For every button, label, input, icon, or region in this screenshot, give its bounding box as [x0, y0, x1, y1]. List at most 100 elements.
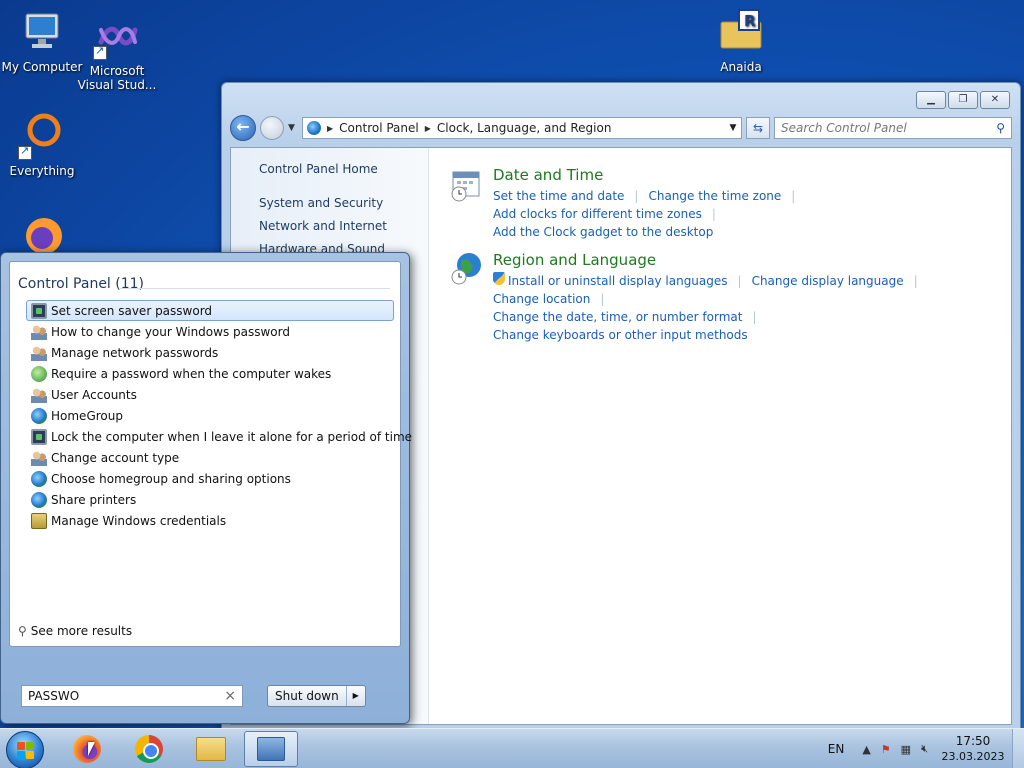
result-label: Share printers: [51, 492, 137, 507]
users-icon: [31, 323, 47, 340]
firefox-icon: [73, 735, 101, 763]
result-require-password-on-wake[interactable]: Require a password when the computer wak…: [26, 363, 394, 384]
globe-clock-icon: [449, 251, 485, 287]
link-separator: |: [791, 189, 796, 203]
input-language-indicator[interactable]: EN: [828, 742, 845, 756]
taskbar-firefox[interactable]: [60, 731, 114, 767]
refresh-button[interactable]: ⇆: [746, 117, 770, 139]
volume-muted-icon[interactable]: 🔇︎: [921, 742, 928, 756]
clear-search-icon[interactable]: ×: [224, 688, 236, 704]
result-manage-network-passwords[interactable]: Manage network passwords: [26, 342, 394, 363]
result-label: User Accounts: [51, 387, 137, 402]
svg-text:R: R: [744, 12, 756, 30]
link-change-location[interactable]: Change location: [493, 290, 590, 308]
result-label: Change account type: [51, 450, 180, 465]
result-label: Set screen saver password: [51, 303, 213, 318]
folder-icon: [196, 737, 226, 761]
uac-shield-icon: [493, 272, 505, 285]
link-add-clocks[interactable]: Add clocks for different time zones: [493, 205, 702, 223]
result-share-printers[interactable]: Share printers: [26, 489, 394, 510]
sidebar-item-system-security[interactable]: System and Security: [259, 196, 428, 210]
recent-pages-dropdown[interactable]: ▼: [288, 123, 298, 133]
taskbar-clock[interactable]: 17:50 23.03.2023: [938, 734, 1008, 764]
results-group-header[interactable]: Control Panel (11): [18, 276, 144, 292]
navigation-bar: ← ▼ ▶ Control Panel ▶ Clock, Language, a…: [230, 113, 1012, 143]
breadcrumb-clock-language-region[interactable]: Clock, Language, and Region: [437, 121, 612, 135]
result-label: HomeGroup: [51, 408, 123, 423]
result-change-account-type[interactable]: Change account type: [26, 447, 394, 468]
link-separator: |: [737, 274, 742, 288]
shutdown-options-arrow-icon[interactable]: ▶: [347, 686, 365, 706]
desktop-icon-everything[interactable]: Everything: [0, 112, 84, 178]
result-homegroup[interactable]: HomeGroup: [26, 405, 394, 426]
homegroup-icon: [31, 407, 47, 424]
control-panel-globe-icon: [307, 121, 321, 135]
link-change-display-language[interactable]: Change display language: [752, 272, 904, 290]
link-separator: |: [913, 274, 918, 288]
back-button[interactable]: ←: [230, 115, 256, 141]
window-controls: ▁ ❐ ✕: [916, 91, 1010, 109]
network-icon[interactable]: ▦: [901, 743, 911, 756]
monitor-icon: [31, 302, 47, 319]
mouse-cursor-icon: [88, 742, 95, 756]
desktop-icon-anaida[interactable]: R Anaida: [699, 8, 783, 74]
link-change-date-time-format[interactable]: Change the date, time, or number format: [493, 308, 742, 326]
address-dropdown-icon[interactable]: ▼: [725, 123, 741, 133]
region-language-links: Install or uninstall display languages |…: [493, 272, 1011, 344]
breadcrumb-separator-icon: ▶: [424, 123, 431, 133]
restore-button[interactable]: ❐: [948, 91, 978, 109]
start-search-input[interactable]: PASSWO ×: [21, 685, 243, 707]
desktop-icon-visual-studio[interactable]: Microsoft Visual Stud...: [75, 12, 159, 92]
desktop-icon-label: My Computer: [1, 60, 83, 74]
link-set-time-date[interactable]: Set the time and date: [493, 187, 624, 205]
search-icon[interactable]: ⚲: [996, 121, 1005, 135]
shutdown-button[interactable]: Shut down: [268, 686, 347, 706]
desktop-icon-my-computer[interactable]: My Computer: [0, 8, 84, 74]
search-results-panel: Control Panel (11) Set screen saver pass…: [9, 261, 412, 647]
folder-icon: R: [717, 8, 765, 56]
action-center-flag-icon[interactable]: ⚑: [881, 743, 891, 756]
category-title-region-language[interactable]: Region and Language: [493, 251, 1011, 269]
shortcut-arrow-icon: [93, 44, 107, 60]
show-desktop-button[interactable]: [1012, 729, 1024, 768]
see-more-label: See more results: [30, 624, 133, 638]
close-button[interactable]: ✕: [980, 91, 1010, 109]
control-panel-main: Date and Time Set the time and date | Ch…: [429, 148, 1011, 724]
chrome-icon: [135, 735, 163, 763]
result-label: Lock the computer when I leave it alone …: [51, 429, 413, 444]
start-button[interactable]: [6, 731, 44, 768]
sidebar-item-network-internet[interactable]: Network and Internet: [259, 219, 428, 233]
link-change-time-zone[interactable]: Change the time zone: [648, 187, 781, 205]
sidebar-item-control-panel-home[interactable]: Control Panel Home: [259, 162, 428, 176]
result-homegroup-sharing-options[interactable]: Choose homegroup and sharing options: [26, 468, 394, 489]
users-icon: [31, 344, 47, 361]
shutdown-control: Shut down ▶: [267, 685, 366, 707]
breadcrumb-separator-icon: ▶: [327, 123, 334, 133]
address-bar[interactable]: ▶ Control Panel ▶ Clock, Language, and R…: [302, 117, 742, 139]
link-add-clock-gadget[interactable]: Add the Clock gadget to the desktop: [493, 223, 713, 241]
taskbar-chrome[interactable]: [122, 731, 176, 767]
link-separator: |: [634, 189, 639, 203]
category-region-language: Region and Language Install or uninstall…: [449, 251, 1011, 344]
show-hidden-icons-arrow-icon[interactable]: ▲: [862, 743, 870, 756]
see-more-results-link[interactable]: ⚲ See more results: [18, 624, 132, 638]
computer-icon: [18, 8, 66, 56]
result-set-screen-saver-password[interactable]: Set screen saver password: [26, 300, 394, 321]
system-tray: EN ▲ ⚑ ▦ 🔇︎ 17:50 23.03.2023: [828, 729, 1024, 768]
breadcrumb-control-panel[interactable]: Control Panel: [339, 121, 419, 135]
link-install-uninstall-languages[interactable]: Install or uninstall display languages: [508, 272, 728, 290]
result-lock-computer[interactable]: Lock the computer when I leave it alone …: [26, 426, 412, 447]
search-control-panel-input[interactable]: Search Control Panel ⚲: [774, 117, 1012, 139]
clock-date: 23.03.2023: [941, 750, 1005, 763]
result-manage-windows-credentials[interactable]: Manage Windows credentials: [26, 510, 394, 531]
taskbar-control-panel[interactable]: [244, 731, 298, 767]
forward-button[interactable]: [260, 116, 284, 140]
link-change-keyboards[interactable]: Change keyboards or other input methods: [493, 326, 748, 344]
result-change-windows-password[interactable]: How to change your Windows password: [26, 321, 394, 342]
minimize-button[interactable]: ▁: [916, 91, 946, 109]
users-icon: [31, 386, 47, 403]
taskbar-explorer[interactable]: [184, 731, 238, 767]
result-user-accounts[interactable]: User Accounts: [26, 384, 394, 405]
desktop-icon-label: Anaida: [720, 60, 762, 74]
category-title-date-time[interactable]: Date and Time: [493, 166, 1011, 184]
